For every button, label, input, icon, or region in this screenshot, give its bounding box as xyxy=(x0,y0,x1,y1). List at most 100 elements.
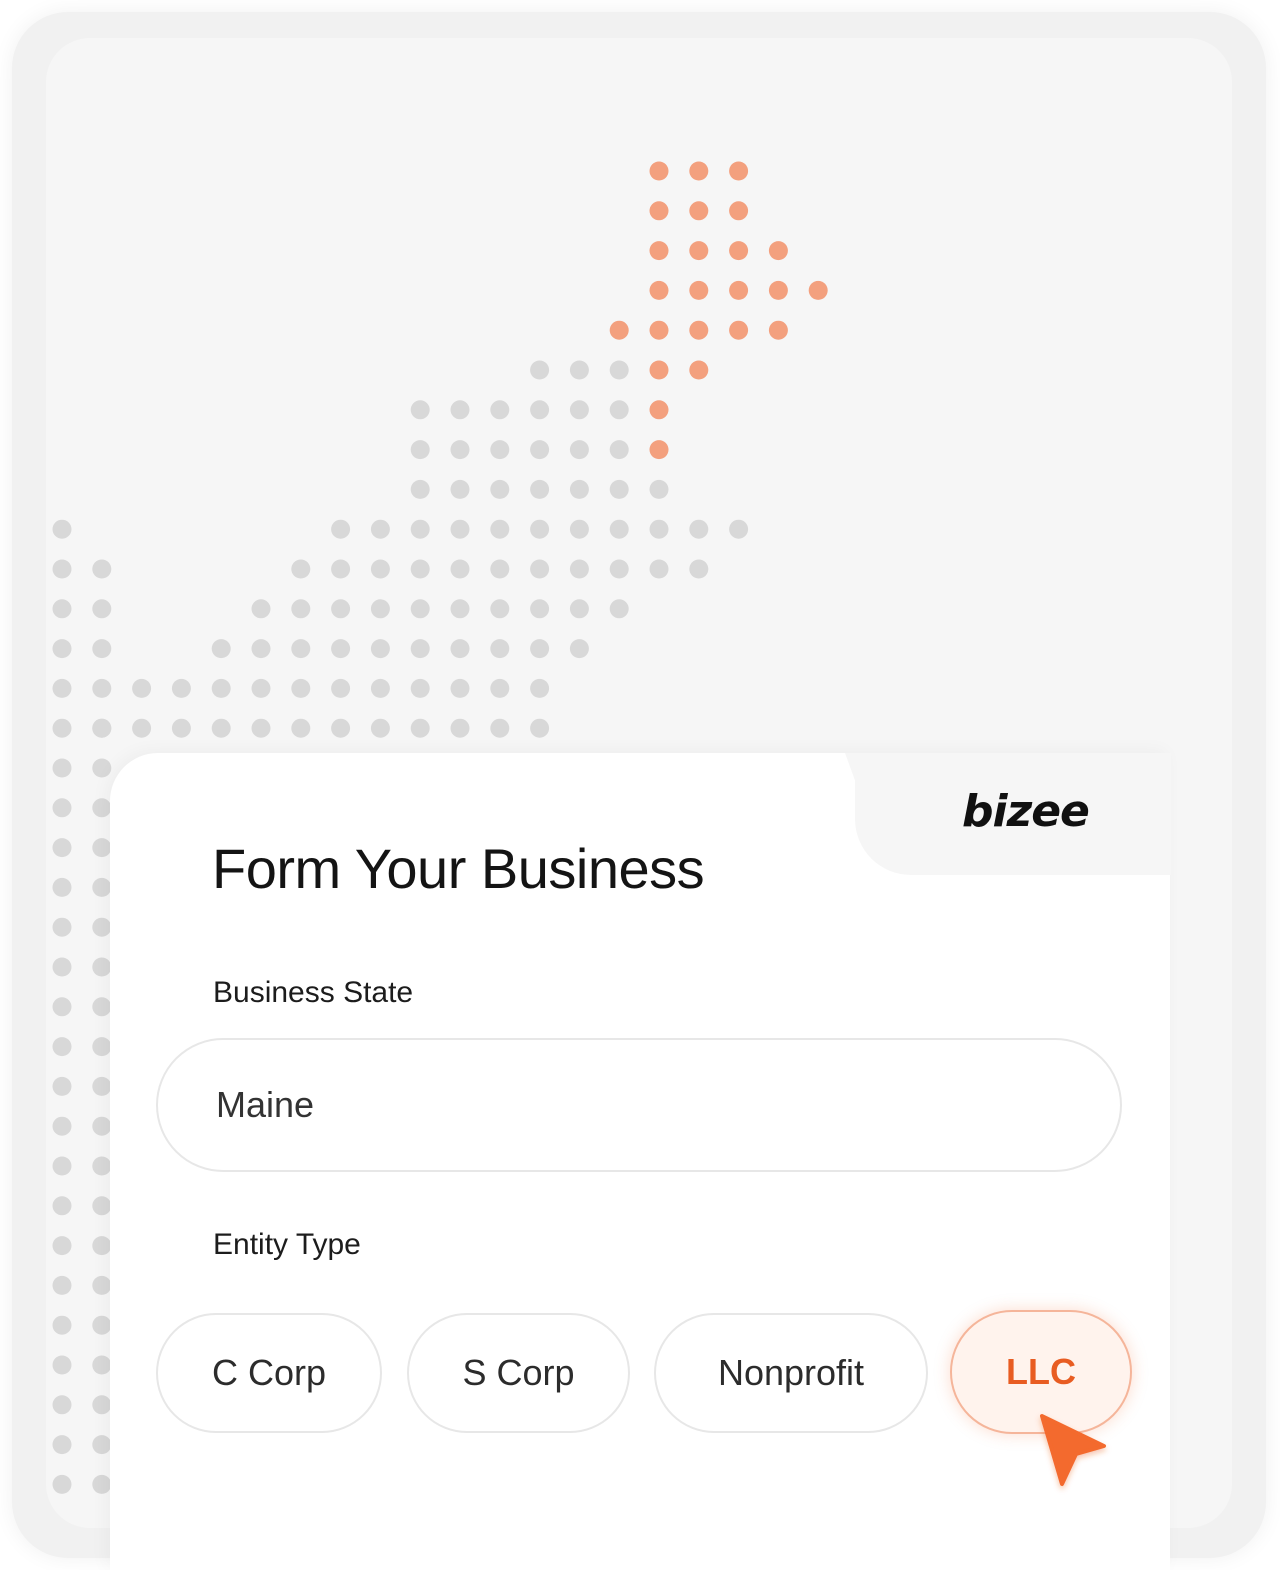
map-dot xyxy=(569,559,589,579)
map-dot xyxy=(52,917,72,937)
map-dot xyxy=(530,360,550,380)
map-dot xyxy=(729,280,749,300)
map-dot xyxy=(450,519,470,539)
map-dot xyxy=(331,519,351,539)
map-dot xyxy=(92,1236,112,1256)
map-dot xyxy=(52,1076,72,1096)
map-dot xyxy=(52,877,72,897)
map-dot xyxy=(92,1355,112,1375)
map-dot xyxy=(689,280,709,300)
map-dot xyxy=(291,718,311,738)
map-dot xyxy=(689,559,709,579)
map-dot xyxy=(92,718,112,738)
map-dot xyxy=(490,519,510,539)
map-dot xyxy=(92,917,112,937)
map-dot xyxy=(291,599,311,619)
map-dot xyxy=(92,877,112,897)
map-dot xyxy=(410,599,430,619)
map-dot xyxy=(92,678,112,698)
map-dot xyxy=(211,678,231,698)
map-dot xyxy=(530,479,550,499)
map-dot xyxy=(52,718,72,738)
map-dot xyxy=(370,559,390,579)
map-dot xyxy=(490,479,510,499)
map-dot xyxy=(490,440,510,460)
map-dot xyxy=(490,599,510,619)
map-dot xyxy=(649,440,669,460)
map-dot xyxy=(569,360,589,380)
map-dot xyxy=(530,519,550,539)
business-state-input[interactable]: Maine xyxy=(156,1038,1122,1172)
entity-type-label: Entity Type xyxy=(213,1228,361,1261)
pointer-arrow-icon xyxy=(1040,1414,1106,1486)
map-dot xyxy=(52,1156,72,1176)
map-dot xyxy=(450,559,470,579)
map-dot xyxy=(251,599,271,619)
map-dot xyxy=(649,519,669,539)
map-dot xyxy=(410,639,430,659)
entity-option-nonprofit[interactable]: Nonprofit xyxy=(654,1313,928,1433)
map-dot xyxy=(52,1275,72,1295)
map-dot xyxy=(370,519,390,539)
map-dot xyxy=(331,678,351,698)
map-dot xyxy=(689,241,709,261)
map-dot xyxy=(450,639,470,659)
map-dot xyxy=(331,599,351,619)
map-dot xyxy=(52,758,72,778)
map-dot xyxy=(291,559,311,579)
map-dot xyxy=(530,400,550,420)
map-dot xyxy=(52,1196,72,1216)
entity-option-c-corp[interactable]: C Corp xyxy=(156,1313,382,1433)
map-dot xyxy=(251,718,271,738)
map-dot xyxy=(689,161,709,181)
map-dot xyxy=(52,798,72,818)
map-dot xyxy=(569,400,589,420)
map-dot xyxy=(410,519,430,539)
map-dot xyxy=(52,997,72,1017)
map-dot xyxy=(490,639,510,659)
map-dot xyxy=(52,1116,72,1136)
map-dot xyxy=(52,559,72,579)
map-dot xyxy=(92,997,112,1017)
map-dot xyxy=(609,479,629,499)
map-dot xyxy=(331,718,351,738)
map-dot xyxy=(370,678,390,698)
map-dot xyxy=(331,559,351,579)
map-dot xyxy=(490,678,510,698)
map-dot xyxy=(92,559,112,579)
map-dot xyxy=(132,678,152,698)
map-dot xyxy=(92,798,112,818)
map-dot xyxy=(92,1037,112,1057)
map-dot xyxy=(530,678,550,698)
map-dot xyxy=(92,1315,112,1335)
map-dot xyxy=(92,639,112,659)
map-dot xyxy=(569,479,589,499)
map-dot xyxy=(569,519,589,539)
map-dot xyxy=(370,599,390,619)
map-dot xyxy=(92,1116,112,1136)
map-dot xyxy=(609,360,629,380)
map-dot xyxy=(490,400,510,420)
map-dot xyxy=(92,758,112,778)
entity-option-s-corp[interactable]: S Corp xyxy=(407,1313,630,1433)
map-dot xyxy=(649,400,669,420)
map-dot xyxy=(52,1435,72,1455)
map-dot xyxy=(92,957,112,977)
map-dot xyxy=(370,639,390,659)
map-dot xyxy=(609,599,629,619)
map-dot xyxy=(450,599,470,619)
map-dot xyxy=(450,479,470,499)
map-dot xyxy=(649,161,669,181)
map-dot xyxy=(291,639,311,659)
map-dot xyxy=(768,320,788,340)
map-dot xyxy=(649,280,669,300)
map-dot xyxy=(569,639,589,659)
map-dot xyxy=(530,440,550,460)
map-dot xyxy=(52,1037,72,1057)
map-dot xyxy=(490,718,510,738)
map-dot xyxy=(92,1196,112,1216)
map-dot xyxy=(211,718,231,738)
map-dot xyxy=(410,718,430,738)
map-dot xyxy=(370,718,390,738)
map-dot xyxy=(52,639,72,659)
